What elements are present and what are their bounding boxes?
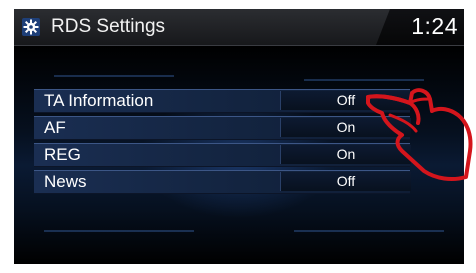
settings-list: TA Information Off AF On REG On News Off	[34, 89, 411, 197]
clock-panel: 1:24	[376, 9, 464, 45]
light-streak	[54, 75, 174, 77]
setting-label: News	[44, 172, 87, 191]
setting-label: REG	[44, 145, 81, 164]
header-bar: RDS Settings 1:24	[14, 9, 464, 46]
setting-row-reg[interactable]: REG On	[34, 143, 411, 167]
light-streak	[294, 230, 444, 232]
setting-row-ta-information[interactable]: TA Information Off	[34, 89, 411, 113]
light-streak	[44, 230, 194, 232]
setting-label: AF	[44, 118, 66, 137]
light-streak	[304, 79, 424, 81]
clock: 1:24	[411, 13, 458, 39]
setting-label: TA Information	[44, 91, 154, 110]
page-title: RDS Settings	[51, 16, 166, 37]
setting-row-news[interactable]: News Off	[34, 170, 411, 194]
setting-row-af[interactable]: AF On	[34, 116, 411, 140]
touch-hand-icon	[366, 85, 476, 190]
gear-icon	[22, 18, 40, 36]
